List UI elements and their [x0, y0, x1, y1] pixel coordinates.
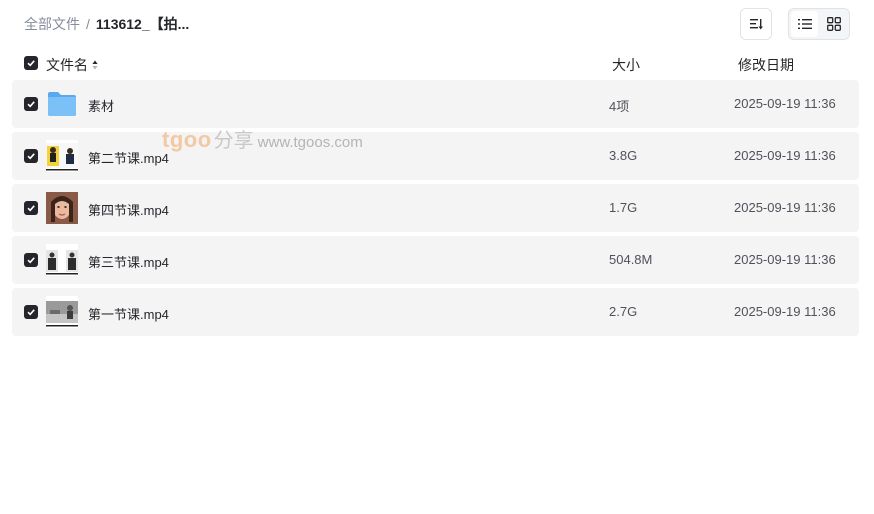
file-row[interactable]: 第二节课.mp4 3.8G 2025-09-19 11:36	[12, 132, 859, 180]
breadcrumb: 全部文件 / 113612_【拍...	[24, 15, 189, 33]
file-name[interactable]: 第一节课.mp4	[88, 304, 169, 323]
file-name[interactable]: 素材	[88, 96, 114, 115]
list-view-icon	[797, 19, 812, 29]
row-checkbox[interactable]	[24, 253, 38, 267]
video-thumbnail	[46, 140, 78, 172]
grid-view-icon	[826, 17, 841, 31]
select-all-checkbox[interactable]	[24, 56, 38, 70]
breadcrumb-separator: /	[86, 16, 90, 32]
file-size: 1.7G	[609, 200, 638, 215]
file-date: 2025-09-19 11:36	[734, 200, 836, 215]
file-size: 4项	[609, 99, 630, 114]
file-list-header: 文件名 大小 修改日期	[12, 52, 859, 76]
file-name[interactable]: 第二节课.mp4	[88, 148, 169, 167]
check-icon	[27, 153, 35, 160]
check-icon	[27, 309, 35, 316]
row-checkbox[interactable]	[24, 149, 38, 163]
check-icon	[27, 257, 35, 264]
file-name[interactable]: 第三节课.mp4	[88, 252, 169, 271]
row-checkbox[interactable]	[24, 201, 38, 215]
column-header-name[interactable]: 文件名	[46, 55, 98, 75]
file-list: 素材 4项 2025-09-19 11:36 第二节课.mp4 3.8G 202…	[12, 80, 859, 340]
row-checkbox[interactable]	[24, 97, 38, 111]
row-checkbox[interactable]	[24, 305, 38, 319]
list-view-button[interactable]	[791, 11, 818, 37]
sort-indicator-icon	[92, 60, 98, 70]
video-thumbnail	[46, 244, 78, 276]
sort-button[interactable]	[740, 8, 772, 40]
file-date: 2025-09-19 11:36	[734, 96, 836, 111]
check-icon	[27, 205, 35, 212]
sort-icon	[750, 19, 763, 30]
video-thumbnail	[46, 296, 78, 328]
view-toggle	[788, 8, 850, 40]
column-header-size[interactable]: 大小	[612, 55, 640, 75]
breadcrumb-root[interactable]: 全部文件	[24, 14, 80, 34]
breadcrumb-current: 113612_【拍...	[95, 16, 190, 32]
grid-view-button[interactable]	[820, 11, 847, 37]
file-row[interactable]: 素材 4项 2025-09-19 11:36	[12, 80, 859, 128]
video-thumbnail	[46, 192, 78, 224]
file-size: 2.7G	[609, 304, 638, 319]
file-size: 504.8M	[609, 252, 653, 267]
file-date: 2025-09-19 11:36	[734, 252, 836, 267]
column-header-date[interactable]: 修改日期	[738, 55, 794, 75]
file-date: 2025-09-19 11:36	[734, 304, 836, 319]
file-name[interactable]: 第四节课.mp4	[88, 200, 169, 219]
file-size: 3.8G	[609, 148, 638, 163]
file-row[interactable]: 第四节课.mp4 1.7G 2025-09-19 11:36	[12, 184, 859, 232]
file-row[interactable]: 第一节课.mp4 2.7G 2025-09-19 11:36	[12, 288, 859, 336]
file-row[interactable]: 第三节课.mp4 504.8M 2025-09-19 11:36	[12, 236, 859, 284]
file-date: 2025-09-19 11:36	[734, 148, 836, 163]
folder-icon	[48, 92, 76, 116]
column-header-name-label: 文件名	[46, 57, 88, 73]
check-icon	[27, 60, 35, 67]
check-icon	[27, 101, 35, 108]
